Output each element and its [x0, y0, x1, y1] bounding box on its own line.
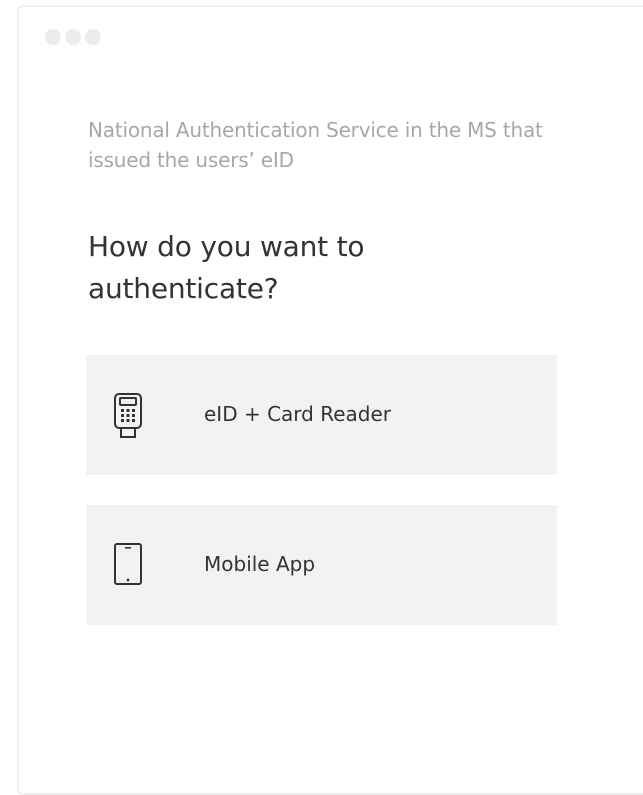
option-card-reader[interactable]: eID + Card Reader — [86, 355, 557, 475]
mobile-phone-icon — [108, 541, 148, 589]
page-title: How do you want to authenticate? — [88, 230, 365, 305]
option-mobile-app[interactable]: Mobile App — [86, 505, 557, 625]
card-reader-icon — [108, 391, 148, 439]
window-controls — [45, 29, 101, 45]
option-card-reader-label: eID + Card Reader — [204, 402, 392, 426]
window-dot-2 — [65, 29, 81, 45]
window-dot-1 — [45, 29, 61, 45]
option-mobile-app-label: Mobile App — [204, 552, 316, 576]
window-dot-3 — [85, 29, 101, 45]
service-subtitle: National Authentication Service in the M… — [88, 118, 543, 172]
